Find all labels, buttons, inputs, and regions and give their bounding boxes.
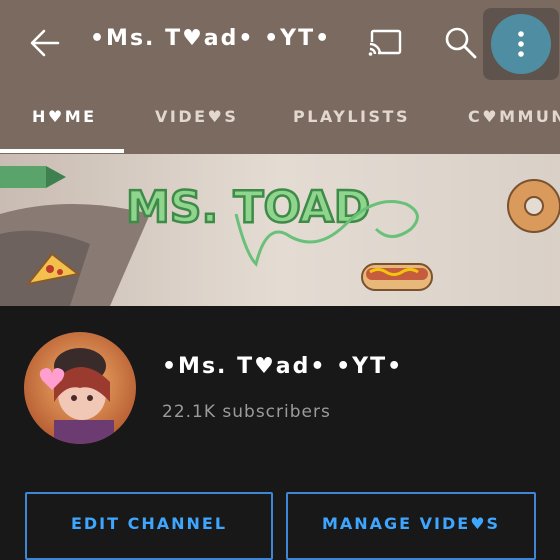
- active-tab-indicator: [0, 149, 124, 153]
- page-title: •Ms. T♥ad• •YT•: [90, 26, 332, 51]
- channel-name: •Ms. T♥ad• •YT•: [162, 354, 404, 379]
- channel-tabs: H♥ME VIDE♥S PLAYLISTS C♥MMUN: [0, 86, 560, 154]
- avatar-image: [24, 332, 136, 444]
- more-options-button[interactable]: [491, 14, 551, 74]
- tab-home[interactable]: H♥ME: [32, 86, 97, 154]
- manage-videos-button[interactable]: MANAGE VIDE♥S: [286, 492, 536, 560]
- arrow-left-icon: [30, 29, 60, 57]
- more-vertical-icon: [518, 31, 524, 57]
- hotdog-decoration: [361, 263, 433, 291]
- search-button[interactable]: [442, 24, 480, 62]
- tab-videos[interactable]: VIDE♥S: [155, 86, 238, 154]
- channel-banner: MS. TOAD: [0, 154, 560, 306]
- more-button-highlight: [483, 8, 559, 80]
- search-icon: [445, 27, 477, 59]
- subscriber-count: 22.1K subscribers: [162, 402, 331, 422]
- back-button[interactable]: [28, 26, 62, 60]
- avatar[interactable]: [24, 332, 136, 444]
- banner-artwork: MS. TOAD: [0, 154, 560, 306]
- tab-playlists[interactable]: PLAYLISTS: [293, 86, 410, 154]
- cast-button[interactable]: [366, 26, 404, 60]
- donut-decoration: [507, 179, 560, 233]
- cast-icon: [368, 29, 402, 56]
- channel-info: •Ms. T♥ad• •YT• 22.1K subscribers EDIT C…: [0, 306, 560, 560]
- edit-channel-button[interactable]: EDIT CHANNEL: [25, 492, 273, 560]
- tab-community[interactable]: C♥MMUN: [468, 86, 560, 154]
- banner-logo-text: MS. TOAD: [126, 182, 370, 233]
- app-bar: •Ms. T♥ad• •YT•: [0, 0, 560, 86]
